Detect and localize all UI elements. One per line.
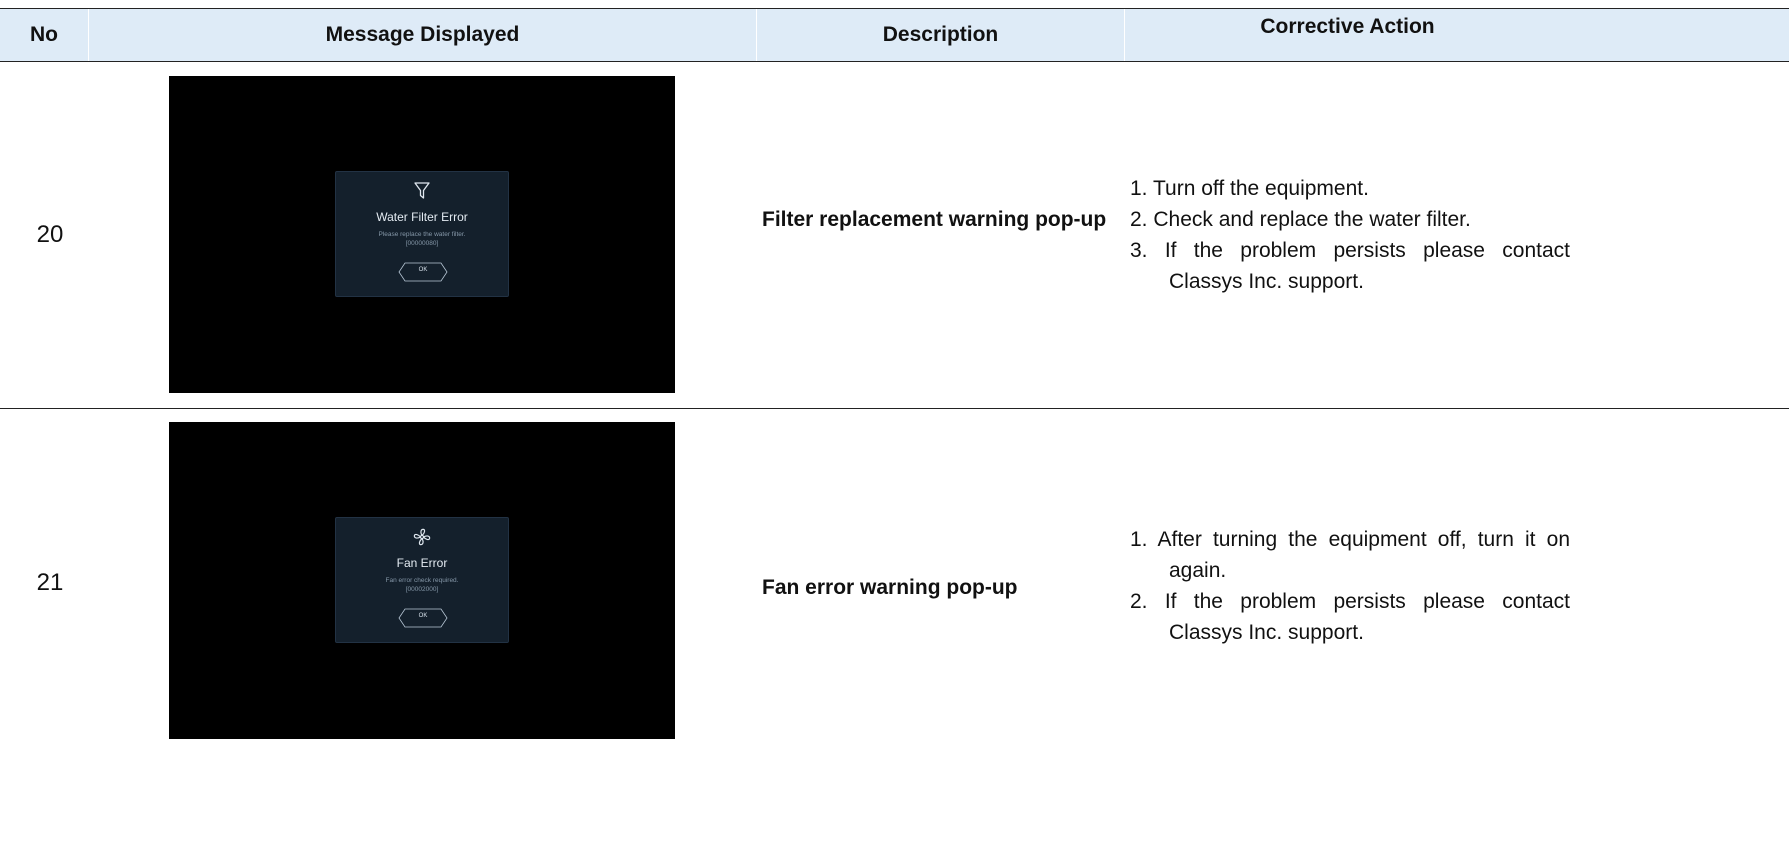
action-step: 3. If the problem persists please contac… bbox=[1130, 239, 1570, 293]
corrective-action-list: 1. Turn off the equipment. 2. Check and … bbox=[1130, 173, 1570, 297]
row-divider bbox=[0, 408, 1789, 409]
popup-error-code: [00002000] bbox=[405, 586, 439, 593]
filter-funnel-icon bbox=[336, 182, 508, 205]
popup-message: Fan error check required. [00002000] bbox=[336, 576, 508, 594]
ok-button[interactable]: OK bbox=[398, 262, 448, 282]
row-number: 21 bbox=[36, 569, 64, 596]
corrective-action-list: 1. After turning the equipment off, turn… bbox=[1130, 524, 1570, 648]
error-popup: Water Filter Error Please replace the wa… bbox=[335, 171, 509, 297]
row-number: 20 bbox=[36, 221, 64, 248]
popup-title: Fan Error bbox=[396, 556, 448, 570]
table-row: 20 Water Filter Error Please replace the… bbox=[0, 62, 1789, 408]
action-step: 1. After turning the equipment off, turn… bbox=[1130, 528, 1570, 582]
fan-icon bbox=[336, 528, 508, 551]
action-step: 2. If the problem persists please contac… bbox=[1130, 590, 1570, 644]
description-text: Filter replacement warning pop-up bbox=[762, 208, 1107, 231]
popup-title: Water Filter Error bbox=[376, 210, 468, 224]
error-popup: Fan Error Fan error check required. [000… bbox=[335, 517, 509, 643]
action-step: 2. Check and replace the water filter. bbox=[1130, 208, 1471, 231]
popup-message: Please replace the water filter. [000000… bbox=[336, 230, 508, 248]
popup-message-text: Fan error check required. bbox=[385, 577, 459, 584]
screen-capture-fan-error: Fan Error Fan error check required. [000… bbox=[169, 422, 675, 739]
ok-button-label: OK bbox=[418, 267, 428, 273]
header-description: Description bbox=[756, 9, 1124, 61]
screen-capture-water-filter: Water Filter Error Please replace the wa… bbox=[169, 76, 675, 393]
ok-button-label: OK bbox=[418, 613, 428, 619]
description-text: Fan error warning pop-up bbox=[762, 576, 1018, 599]
header-no: No bbox=[30, 23, 58, 46]
header-message-displayed: Message Displayed bbox=[88, 9, 756, 61]
action-step: 1. Turn off the equipment. bbox=[1130, 177, 1369, 200]
ok-button[interactable]: OK bbox=[398, 608, 448, 628]
popup-error-code: [00000080] bbox=[405, 240, 439, 247]
popup-message-text: Please replace the water filter. bbox=[378, 231, 466, 238]
header-corrective-action: Corrective Action bbox=[1124, 9, 1570, 61]
table-row: 21 Fan Error Fan error check required. [… bbox=[0, 410, 1789, 756]
table-header: No Message Displayed Description Correct… bbox=[0, 8, 1789, 62]
